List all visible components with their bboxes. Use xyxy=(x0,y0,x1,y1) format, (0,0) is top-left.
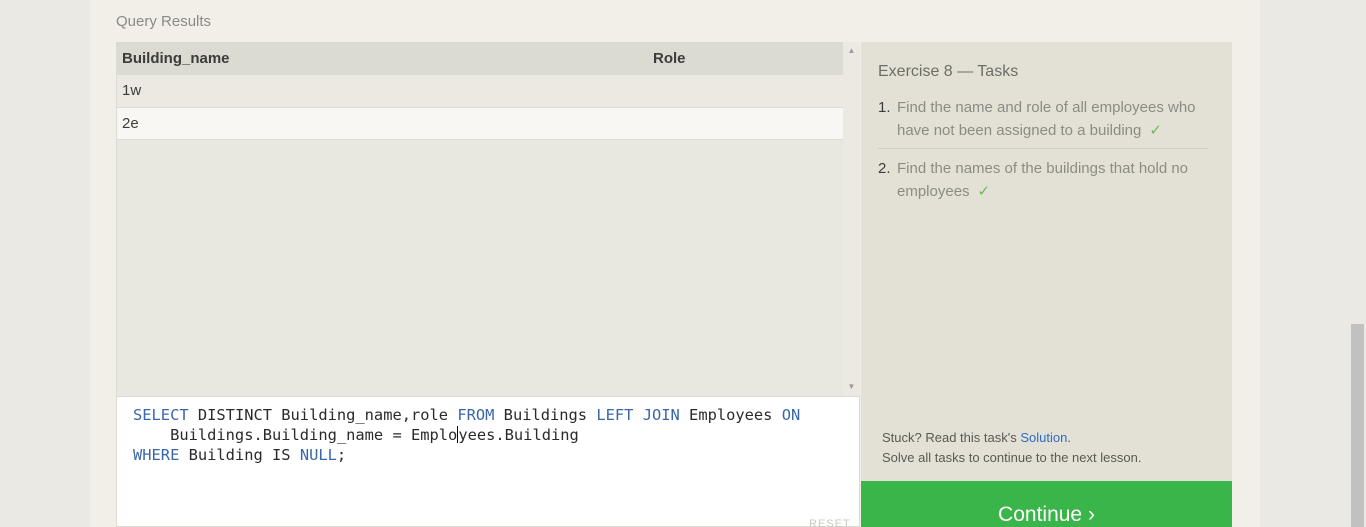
results-table: Building_name Role 1w 2e xyxy=(117,42,844,140)
task-number: 2. xyxy=(878,160,891,177)
page-scrollbar-thumb[interactable] xyxy=(1351,324,1364,527)
table-row: 2e xyxy=(117,107,844,140)
task-text: Find the names of the buildings that hol… xyxy=(897,160,1189,200)
code-text: Building IS xyxy=(179,446,300,464)
help-line-1: Stuck? Read this task's Solution. xyxy=(882,428,1141,448)
cell-role xyxy=(653,107,844,140)
query-results-heading: Query Results xyxy=(116,13,212,30)
task-number: 1. xyxy=(878,99,891,116)
results-scrollbar[interactable]: ▲ ▼ xyxy=(843,42,860,396)
sql-code[interactable]: SELECT DISTINCT Building_name,role FROM … xyxy=(133,405,800,465)
code-text: Employees xyxy=(679,406,782,424)
keyword-from: FROM xyxy=(457,406,495,424)
task-item: 2. Find the names of the buildings that … xyxy=(878,157,1208,209)
keyword-where: WHERE xyxy=(133,446,180,464)
help-prefix: Stuck? Read this task's xyxy=(882,430,1021,445)
column-header-building-name: Building_name xyxy=(117,42,653,75)
keyword-null: NULL xyxy=(299,446,337,464)
table-row: 1w xyxy=(117,75,844,108)
code-text: ; xyxy=(336,446,347,464)
checkmark-icon: ✓ xyxy=(977,183,991,200)
scroll-up-arrow-icon[interactable]: ▲ xyxy=(843,44,860,58)
task-item: 1. Find the name and role of all employe… xyxy=(878,96,1208,149)
code-text: Buildings.Building_name = Emplo xyxy=(133,426,458,444)
column-header-role: Role xyxy=(653,42,844,75)
continue-button[interactable]: Continue › xyxy=(861,481,1232,527)
code-text: yees.Building xyxy=(458,426,579,444)
cell-role xyxy=(653,75,844,108)
task-text-wrapper: Find the names of the buildings that hol… xyxy=(897,157,1208,203)
solution-link[interactable]: Solution xyxy=(1020,430,1067,445)
sql-editor[interactable]: SELECT DISTINCT Building_name,role FROM … xyxy=(116,396,860,527)
keyword-on: ON xyxy=(781,406,801,424)
help-text: Stuck? Read this task's Solution. Solve … xyxy=(882,428,1141,468)
keyword-left: LEFT xyxy=(596,406,634,424)
reset-button[interactable]: RESET xyxy=(809,518,851,527)
cell-building-name: 1w xyxy=(117,75,653,108)
keyword-join: JOIN xyxy=(642,406,680,424)
help-suffix: . xyxy=(1067,430,1071,445)
results-table-container: Building_name Role 1w 2e xyxy=(116,42,860,396)
task-text-wrapper: Find the name and role of all employees … xyxy=(897,96,1208,142)
scroll-down-arrow-icon[interactable]: ▼ xyxy=(843,380,860,394)
tasks-title: Exercise 8 — Tasks xyxy=(878,63,1019,80)
code-text: DISTINCT Building_name,role xyxy=(188,406,458,424)
checkmark-icon: ✓ xyxy=(1149,122,1162,139)
results-header-row: Building_name Role xyxy=(117,42,844,75)
keyword-select: SELECT xyxy=(133,406,189,424)
tasks-panel: Exercise 8 — Tasks 1. Find the name and … xyxy=(861,42,1232,481)
task-list: 1. Find the name and role of all employe… xyxy=(878,96,1208,217)
help-line-2: Solve all tasks to continue to the next … xyxy=(882,450,1142,465)
code-text: Buildings xyxy=(494,406,597,424)
cell-building-name: 2e xyxy=(117,107,653,140)
